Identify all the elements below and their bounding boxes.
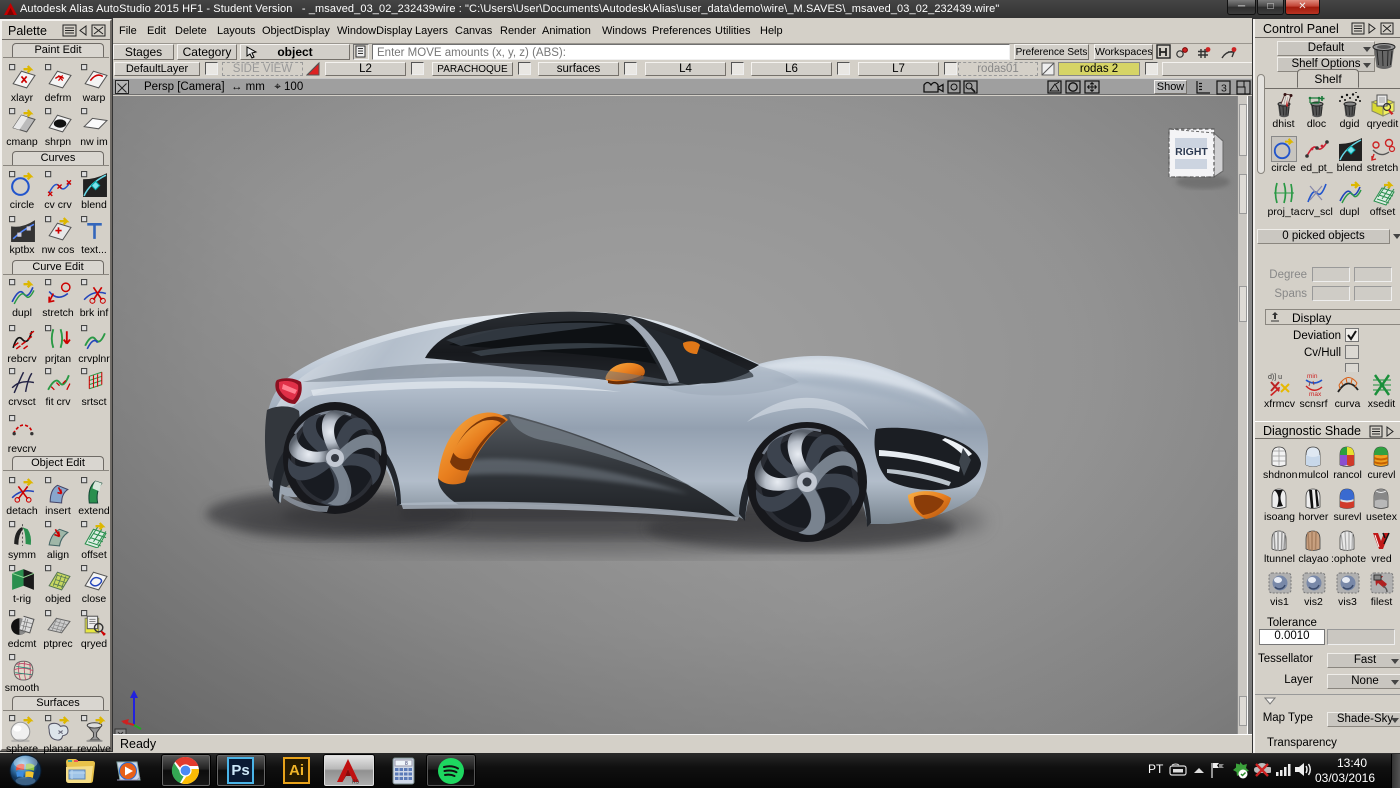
svg-text:RS: RS [352, 780, 360, 786]
svg-text:max: max [1309, 391, 1322, 398]
svg-text:d)] u: d)] u [1268, 374, 1282, 381]
svg-text:3: 3 [1221, 83, 1227, 95]
svg-text:8: 8 [405, 761, 408, 767]
svg-text:min: min [1307, 373, 1318, 380]
